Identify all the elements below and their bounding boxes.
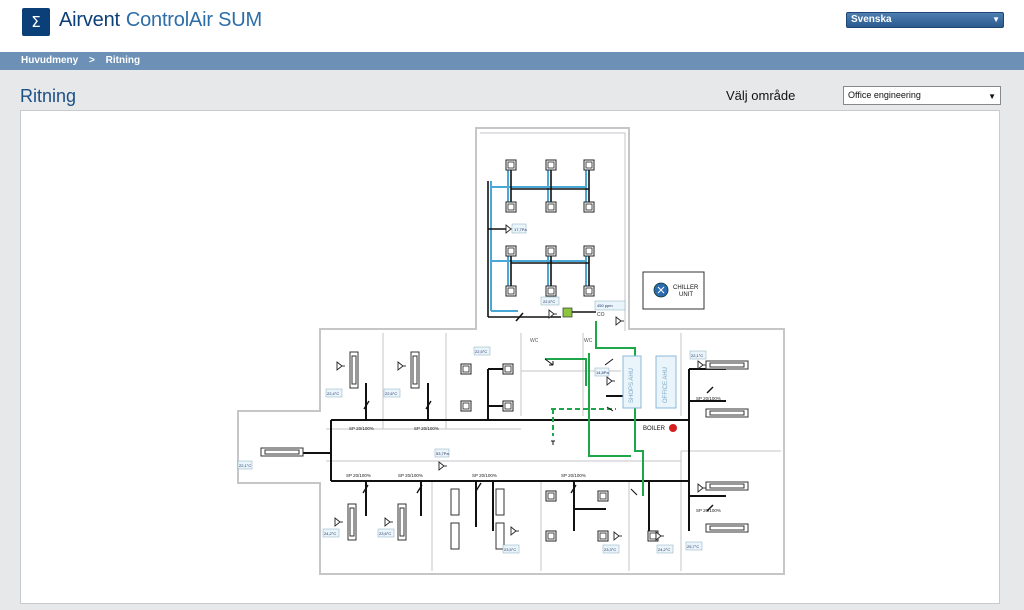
breadcrumb-current[interactable]: Ritning: [106, 55, 140, 66]
boiler-icon[interactable]: [669, 424, 677, 432]
sp-label-8: SP 20/100%: [696, 508, 721, 513]
wc-label-2: WC: [584, 338, 593, 344]
sp-label-4: SP 20/100%: [398, 473, 423, 478]
language-value: Svenska: [851, 14, 892, 25]
shops-ahu-label: SHOPS AHU: [629, 368, 635, 403]
temp-242: 24,2°C: [324, 531, 336, 536]
sp-label-5: SP 20/100%: [472, 473, 497, 478]
temp-226: 22,6°C: [385, 391, 397, 396]
shops-ahu[interactable]: SHOPS AHU: [622, 355, 642, 409]
pa-148: 14,8Pa: [596, 370, 609, 375]
area-select-label: Välj område: [726, 88, 796, 103]
brand-primary: Airvent: [59, 9, 120, 31]
north-branch-ducts: [487, 167, 590, 322]
ppm-readout: 450 ppm: [597, 303, 613, 308]
brand-secondary: ControlAir SUM: [125, 9, 262, 31]
temp-235: 23,5°C: [504, 547, 516, 552]
pa-53: 53,7Pa: [436, 451, 449, 456]
temp-225-north: 22,5°C: [543, 299, 555, 304]
temp-221: 22,1°C: [691, 353, 703, 358]
chiller-label-1: CHILLER: [673, 285, 699, 291]
page-title: Ritning: [20, 86, 77, 106]
pa-176-label: 17,7Pa: [514, 227, 527, 232]
temp-242-b: 24,2°C: [658, 547, 670, 552]
temp-257: 25,7°C: [687, 544, 699, 549]
setpoint-labels: SP 20/100% SP 20/100% SP 20/100% SP 20/1…: [346, 396, 721, 513]
language-select[interactable]: Svenska ▼: [846, 12, 1004, 28]
breadcrumb-home-link[interactable]: Huvudmeny: [21, 55, 78, 66]
temp-236: 23,6°C: [379, 531, 391, 536]
office-ahu[interactable]: OFFICE AHU: [655, 355, 677, 409]
temp-225-room: 22,5°C: [475, 349, 487, 354]
chevron-down-icon: ▼: [988, 92, 996, 101]
co-label: CO: [597, 312, 605, 318]
temp-233: 23,3°C: [604, 547, 616, 552]
temp-221-west: 22,1°C: [239, 463, 251, 468]
sp-label-2: SP 20/100%: [414, 426, 439, 431]
valve-icon: [562, 307, 573, 318]
chevron-down-icon: ▼: [992, 15, 1000, 24]
temp-224: 22,4°C: [327, 391, 339, 396]
app-header: Σ Airvent ControlAir SUM Svenska ▼: [0, 0, 1024, 52]
sp-label-3: SP 20/100%: [346, 473, 371, 478]
breadcrumb: Huvudmeny > Ritning: [0, 52, 1024, 70]
wc-label-1: WC: [530, 338, 539, 344]
sp-label-7: SP 20/100%: [696, 396, 721, 401]
sigma-logo-icon[interactable]: Σ: [22, 8, 50, 36]
sp-label-6: SP 20/100%: [561, 473, 586, 478]
area-select[interactable]: Office engineering ▼: [843, 86, 1001, 105]
boiler-label: BOILER: [643, 426, 666, 432]
breadcrumb-separator: >: [89, 55, 95, 66]
office-ahu-label: OFFICE AHU: [663, 367, 669, 403]
sp-label-1: SP 20/100%: [349, 426, 374, 431]
chiller-unit[interactable]: CHILLER UNIT: [642, 271, 705, 310]
drawing-panel: 17,7Pa 22,5°C CO 450 ppm CHILLER UNIT SH…: [20, 110, 1000, 604]
floor-plan-drawing[interactable]: 17,7Pa 22,5°C CO 450 ppm CHILLER UNIT SH…: [21, 111, 999, 603]
area-select-value: Office engineering: [848, 90, 921, 100]
chiller-label-2: UNIT: [679, 292, 693, 298]
app-brand: Airvent ControlAir SUM: [59, 9, 262, 32]
